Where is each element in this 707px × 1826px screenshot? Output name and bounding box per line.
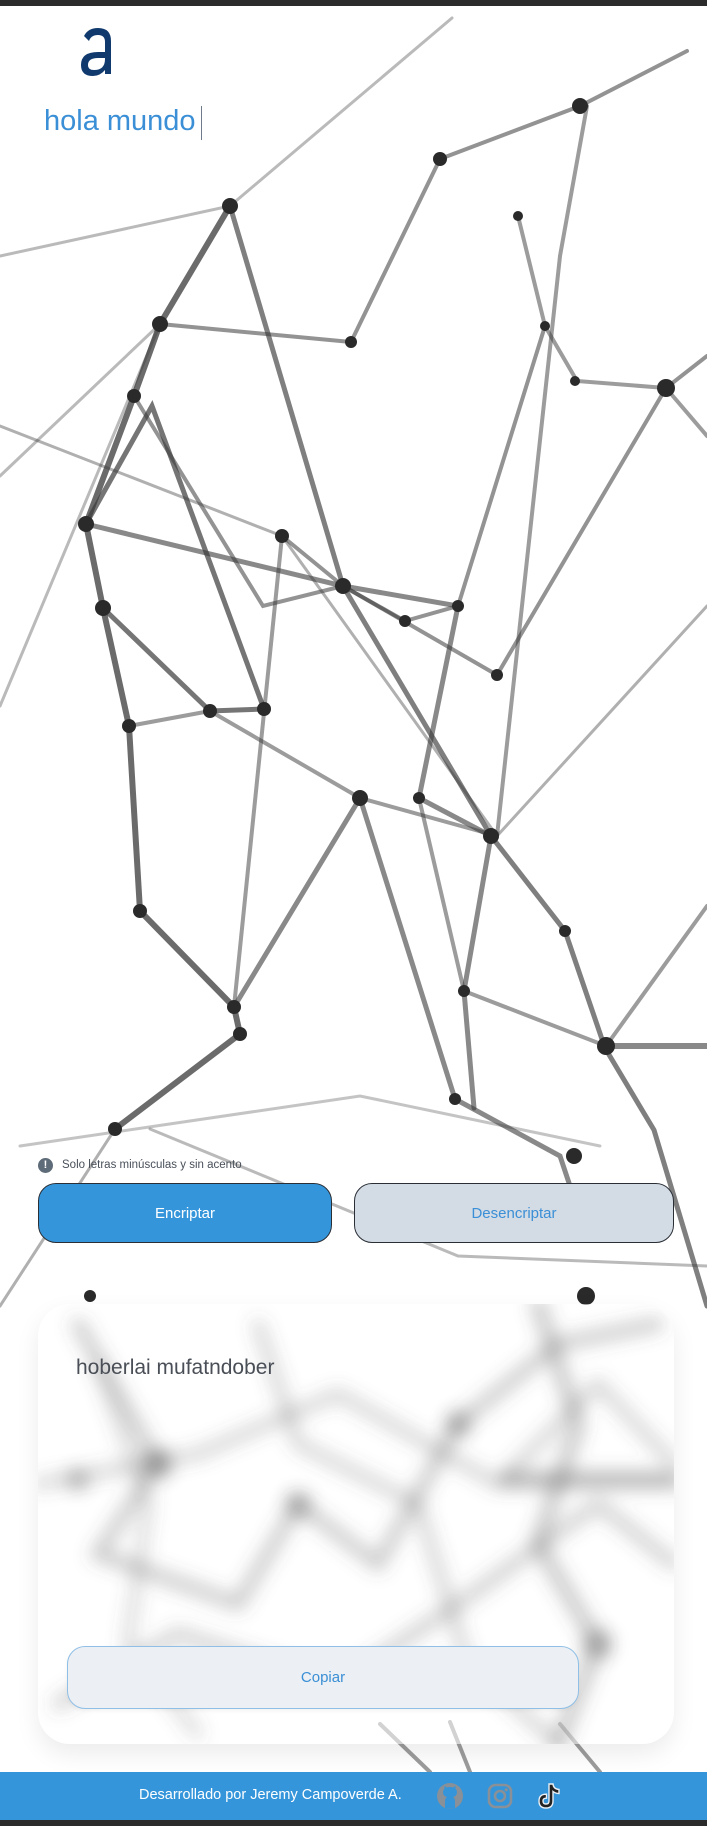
copy-button[interactable]: Copiar [67, 1646, 579, 1709]
hint: ! Solo letras minúsculas y sin acento [38, 1156, 242, 1174]
output-text: hoberlai mufatndober [76, 1356, 275, 1379]
info-icon: ! [38, 1157, 53, 1173]
footer-credit: Desarrollado por Jeremy Campoverde A. [139, 1787, 402, 1803]
text-input[interactable] [44, 96, 604, 146]
text-cursor [201, 106, 202, 140]
hint-text: Solo letras minúsculas y sin acento [62, 1159, 242, 1171]
page: ! Solo letras minúsculas y sin acento En… [0, 6, 707, 1820]
tiktok-link[interactable] [532, 1780, 564, 1812]
instagram-link[interactable] [484, 1780, 516, 1812]
encrypt-button[interactable]: Encriptar [38, 1183, 332, 1243]
footer: Desarrollado por Jeremy Campoverde A. [0, 1772, 707, 1820]
decrypt-button[interactable]: Desencriptar [354, 1183, 674, 1243]
tiktok-icon [538, 1783, 560, 1809]
instagram-icon [487, 1783, 513, 1809]
github-icon [437, 1783, 463, 1809]
output-panel: hoberlai mufatndober Copiar [38, 1304, 674, 1744]
logo-icon [81, 28, 111, 76]
github-link[interactable] [434, 1780, 466, 1812]
